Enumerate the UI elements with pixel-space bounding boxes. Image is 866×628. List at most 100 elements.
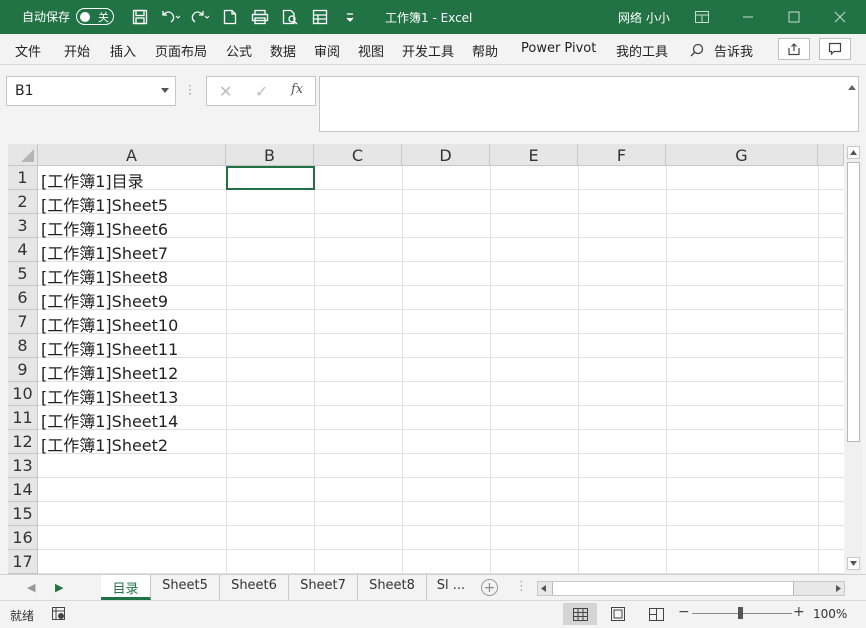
worksheet-grid[interactable]: A B C D E F G 1 2 3 4 5 6 7 8 9 10 11 12… [8, 144, 844, 574]
row-header[interactable]: 17 [8, 550, 38, 574]
row-header[interactable]: 10 [8, 382, 38, 406]
cell-a6[interactable]: [工作簿1]Sheet9 [41, 288, 168, 312]
normal-view-button[interactable] [563, 603, 597, 625]
page-layout-button[interactable] [601, 603, 635, 625]
row-header[interactable]: 8 [8, 334, 38, 358]
sheet-next-icon[interactable]: ▶ [55, 581, 63, 594]
customize-qat-icon[interactable] [338, 6, 362, 28]
tab-power-pivot[interactable]: Power Pivot [521, 41, 596, 56]
row-header[interactable]: 7 [8, 310, 38, 334]
column-header-a[interactable]: A [38, 144, 226, 166]
cell-a10[interactable]: [工作簿1]Sheet13 [41, 384, 178, 408]
tell-me-input[interactable]: 告诉我 [714, 41, 753, 60]
sheet-tab-more[interactable]: Sl ... [427, 575, 475, 600]
sheet-prev-icon[interactable]: ◀ [27, 581, 35, 594]
chevron-down-icon[interactable] [161, 88, 169, 93]
column-header-c[interactable]: C [314, 144, 402, 166]
column-header-partial[interactable] [818, 144, 844, 166]
zoom-in-button[interactable]: + [793, 604, 805, 620]
row-header[interactable]: 3 [8, 214, 38, 238]
sheet-tab-catalog[interactable]: 目录 [101, 575, 151, 600]
sheet-tab-sheet8[interactable]: Sheet8 [358, 575, 427, 600]
ribbon-display-icon[interactable] [691, 6, 713, 28]
row-header[interactable]: 16 [8, 526, 38, 550]
print-icon[interactable] [248, 6, 272, 28]
maximize-icon[interactable] [783, 6, 805, 28]
row-header[interactable]: 2 [8, 190, 38, 214]
row-header[interactable]: 12 [8, 430, 38, 454]
cell-a4[interactable]: [工作簿1]Sheet7 [41, 240, 168, 264]
sheet-tab-sheet6[interactable]: Sheet6 [220, 575, 289, 600]
tab-review[interactable]: 审阅 [314, 41, 340, 60]
autosave-toggle[interactable]: 关 [76, 8, 115, 25]
tab-page-layout[interactable]: 页面布局 [155, 41, 207, 60]
tab-data[interactable]: 数据 [270, 41, 296, 60]
add-sheet-icon[interactable]: + [481, 579, 498, 596]
tab-view[interactable]: 视图 [358, 41, 384, 60]
column-header-f[interactable]: F [578, 144, 666, 166]
page-break-preview-button[interactable] [639, 603, 673, 625]
horizontal-scrollbar[interactable] [537, 581, 845, 596]
row-header[interactable]: 15 [8, 502, 38, 526]
collapse-formula-icon[interactable] [848, 85, 856, 90]
column-header-e[interactable]: E [490, 144, 578, 166]
close-icon[interactable] [829, 6, 851, 28]
save-icon[interactable] [128, 6, 152, 28]
user-name[interactable]: 网络 小小 [618, 9, 670, 26]
tab-split-handle[interactable]: ⋮ [515, 579, 528, 594]
zoom-slider-thumb[interactable] [738, 607, 743, 619]
comments-button[interactable] [819, 38, 851, 60]
tab-home[interactable]: 开始 [64, 41, 90, 60]
new-file-icon[interactable] [218, 6, 242, 28]
redo-icon[interactable] [188, 6, 212, 28]
zoom-level[interactable]: 100% [813, 607, 847, 621]
undo-icon[interactable] [158, 6, 182, 28]
row-header[interactable]: 6 [8, 286, 38, 310]
select-all-button[interactable] [8, 144, 38, 166]
row-header[interactable]: 11 [8, 406, 38, 430]
row-header[interactable]: 14 [8, 478, 38, 502]
row-header[interactable]: 4 [8, 238, 38, 262]
cell-a1[interactable]: [工作簿1]目录 [41, 168, 144, 192]
vertical-scroll-thumb[interactable] [847, 162, 860, 442]
scroll-left-icon[interactable] [541, 585, 546, 592]
column-header-g[interactable]: G [666, 144, 818, 166]
row-header[interactable]: 9 [8, 358, 38, 382]
tab-developer[interactable]: 开发工具 [402, 41, 454, 60]
cell-a7[interactable]: [工作簿1]Sheet10 [41, 312, 178, 336]
cell-a9[interactable]: [工作簿1]Sheet12 [41, 360, 178, 384]
cell-a8[interactable]: [工作簿1]Sheet11 [41, 336, 178, 360]
cell-a2[interactable]: [工作簿1]Sheet5 [41, 192, 168, 216]
enter-icon[interactable]: ✓ [255, 82, 268, 101]
tab-file[interactable]: 文件 [15, 41, 41, 60]
row-header[interactable]: 13 [8, 454, 38, 478]
table-format-icon[interactable] [308, 6, 332, 28]
formula-splitter[interactable]: · · · [188, 80, 192, 100]
insert-function-button[interactable]: fx [291, 82, 303, 97]
cell-a5[interactable]: [工作簿1]Sheet8 [41, 264, 168, 288]
search-icon[interactable] [690, 43, 704, 61]
sheet-tab-sheet7[interactable]: Sheet7 [289, 575, 358, 600]
horizontal-scroll-thumb[interactable] [552, 582, 794, 595]
minimize-icon[interactable] [737, 6, 759, 28]
macro-record-icon[interactable] [52, 607, 65, 624]
tab-formulas[interactable]: 公式 [226, 41, 252, 60]
cancel-icon[interactable]: ✕ [219, 82, 232, 101]
formula-input[interactable] [319, 76, 859, 132]
name-box[interactable]: B1 [6, 76, 176, 106]
row-header[interactable]: 5 [8, 262, 38, 286]
row-header[interactable]: 1 [8, 166, 38, 190]
zoom-out-button[interactable]: − [678, 604, 690, 620]
vertical-scrollbar[interactable] [845, 144, 862, 574]
tab-insert[interactable]: 插入 [110, 41, 136, 60]
tab-help[interactable]: 帮助 [472, 41, 498, 60]
share-button[interactable] [778, 38, 810, 60]
scroll-right-icon[interactable] [836, 585, 841, 592]
print-preview-icon[interactable] [278, 6, 302, 28]
cell-a12[interactable]: [工作簿1]Sheet2 [41, 432, 168, 456]
scroll-up-icon[interactable] [847, 146, 860, 159]
sheet-tab-sheet5[interactable]: Sheet5 [151, 575, 220, 600]
tab-my-tools[interactable]: 我的工具 [616, 41, 668, 60]
cell-a11[interactable]: [工作簿1]Sheet14 [41, 408, 178, 432]
active-cell-b1[interactable] [226, 166, 315, 190]
